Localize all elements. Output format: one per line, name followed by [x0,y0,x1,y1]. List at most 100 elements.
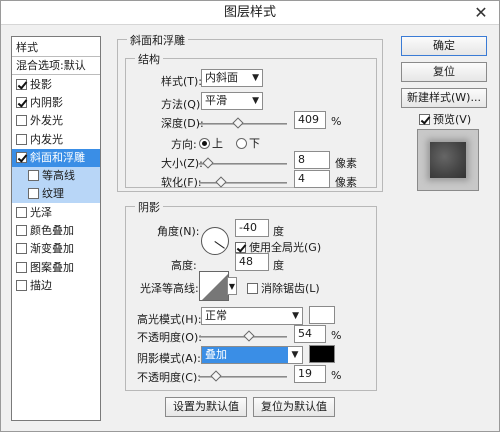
direction-up-label: 上 [212,137,223,150]
shading-title: 阴影 [135,199,163,215]
shadow-mode-select[interactable]: 叠加 ▼ [201,346,303,364]
highlight-opacity-input[interactable]: 54 [294,325,326,343]
size-input[interactable]: 8 [294,151,330,169]
soften-unit: 像素 [335,176,357,189]
sidebar-item-label: 混合选项:默认 [16,59,86,73]
depth-input[interactable]: 409 [294,111,326,129]
sidebar-item[interactable]: 内阴影 [12,94,100,112]
direction-up-radio[interactable] [199,138,210,149]
sidebar-item[interactable]: 渐变叠加 [12,240,100,258]
gloss-contour-curve [202,274,228,300]
sidebar-item-label: 样式 [16,41,38,54]
angle-label: 角度(N): [157,225,200,238]
highlight-color-swatch[interactable] [309,306,335,324]
new-style-button[interactable]: 新建样式(W)... [401,88,487,108]
altitude-label: 高度: [171,259,197,272]
angle-dial[interactable] [201,227,229,255]
global-light-checkbox[interactable] [235,242,246,253]
sidebar-item[interactable]: 描边 [12,277,100,295]
make-default-button[interactable]: 设置为默认值 [165,397,247,417]
sidebar-item-label: 内发光 [30,132,63,146]
direction-label: 方向: [171,138,197,151]
direction-down-option[interactable]: 下 [236,135,260,151]
structure-title: 结构 [135,51,163,67]
preview-option[interactable]: 预览(V) [419,111,471,127]
highlight-mode-label: 高光模式(H): [137,313,202,326]
highlight-opacity-label: 不透明度(O): [137,331,202,344]
gloss-contour-dropdown[interactable]: ▼ [227,277,237,295]
dialog-title: 图层样式 [223,5,276,20]
sidebar-item[interactable]: 样式 [12,39,100,57]
sidebar-item-checkbox[interactable] [16,243,27,255]
soften-label: 软化(F): [161,176,202,189]
layer-style-dialog: 图层样式 ✕ 样式 混合选项:默认 投影 内阴影 外发光 内发光 斜面和浮雕 等高线 纹理 光泽颜… [0,0,500,432]
sidebar-item-label: 纹理 [42,187,64,201]
close-icon[interactable]: ✕ [469,1,493,25]
sidebar-item[interactable]: 光泽 [12,204,100,222]
sidebar-item-checkbox[interactable] [28,188,39,200]
sidebar-item-label: 渐变叠加 [30,242,74,256]
chevron-down-icon: ▼ [288,347,302,363]
direction-up-option[interactable]: 上 [199,135,223,151]
angle-needle [214,241,225,249]
method-label: 方法(Q): [161,98,204,111]
shadow-color-swatch[interactable] [309,345,335,363]
styles-list: 样式混合选项:默认投影 内阴影 外发光内发光斜面和浮雕等高线纹理光泽颜色叠加渐变叠加… [11,36,101,421]
highlight-mode-select[interactable]: 正常 ▼ [201,307,303,325]
style-label: 样式(T): [161,75,203,88]
antialias-checkbox[interactable] [247,283,258,294]
sidebar-item[interactable]: 等高线 [12,167,100,186]
sidebar-item-label: 等高线 [42,169,75,183]
gloss-contour-label: 光泽等高线: [140,282,199,295]
chevron-down-icon: ▼ [292,311,299,321]
preview-checkbox[interactable] [419,114,430,125]
sidebar-item-label: 斜面和浮雕 [30,150,85,164]
title-bar: 图层样式 ✕ [1,1,499,25]
antialias-label: 消除锯齿(L) [261,282,320,295]
sidebar-item-checkbox[interactable] [16,261,27,273]
sidebar-item-checkbox[interactable] [16,206,27,218]
sidebar-item[interactable]: 纹理 [12,185,100,204]
antialias-option[interactable]: 消除锯齿(L) [247,280,320,296]
depth-unit: % [331,115,342,128]
sidebar-item[interactable]: 外发光 [12,112,100,130]
sidebar-item[interactable]: 混合选项:默认 [12,57,100,76]
reset-button[interactable]: 复位 [401,62,487,82]
sidebar-item-label: 颜色叠加 [30,224,74,237]
angle-input[interactable]: -40 [235,219,269,237]
shadow-mode-label: 阴影模式(A): [137,352,201,365]
sidebar-item-checkbox[interactable] [16,78,27,90]
chevron-down-icon: ▼ [228,282,236,291]
sidebar-item-checkbox[interactable] [16,96,27,108]
sidebar-item-checkbox[interactable] [16,279,27,291]
sidebar-item[interactable]: 颜色叠加 [12,222,100,240]
direction-down-radio[interactable] [236,138,247,149]
altitude-input[interactable]: 48 [235,253,269,271]
direction-down-label: 下 [249,137,260,150]
ok-button[interactable]: 确定 [401,36,487,56]
sidebar-item[interactable]: 图案叠加 [12,259,100,277]
bevel-emboss-title: 斜面和浮雕 [127,32,188,48]
method-value: 平滑 [205,94,227,107]
sidebar-item-checkbox[interactable] [16,225,27,236]
chevron-down-icon: ▼ [252,96,259,106]
highlight-opacity-unit: % [331,329,342,342]
sidebar-item-checkbox[interactable] [16,133,27,145]
method-select[interactable]: 平滑 ▼ [201,92,263,110]
sidebar-item[interactable]: 内发光 [12,131,100,149]
chevron-down-icon: ▼ [252,73,259,83]
soften-slider[interactable] [199,182,287,184]
shadow-mode-value: 叠加 [205,348,227,361]
reset-default-button[interactable]: 复位为默认值 [253,397,335,417]
size-unit: 像素 [335,157,357,170]
sidebar-item-checkbox[interactable] [16,115,27,127]
style-select[interactable]: 内斜面 ▼ [201,69,263,87]
sidebar-item[interactable]: 斜面和浮雕 [12,148,100,167]
gloss-contour-preview[interactable] [199,271,229,301]
soften-input[interactable]: 4 [294,170,330,188]
sidebar-item-checkbox[interactable] [16,151,27,163]
sidebar-item-checkbox[interactable] [28,170,39,182]
sidebar-item[interactable]: 投影 [12,76,100,94]
shadow-opacity-input[interactable]: 19 [294,365,326,383]
size-label: 大小(Z): [161,157,203,170]
